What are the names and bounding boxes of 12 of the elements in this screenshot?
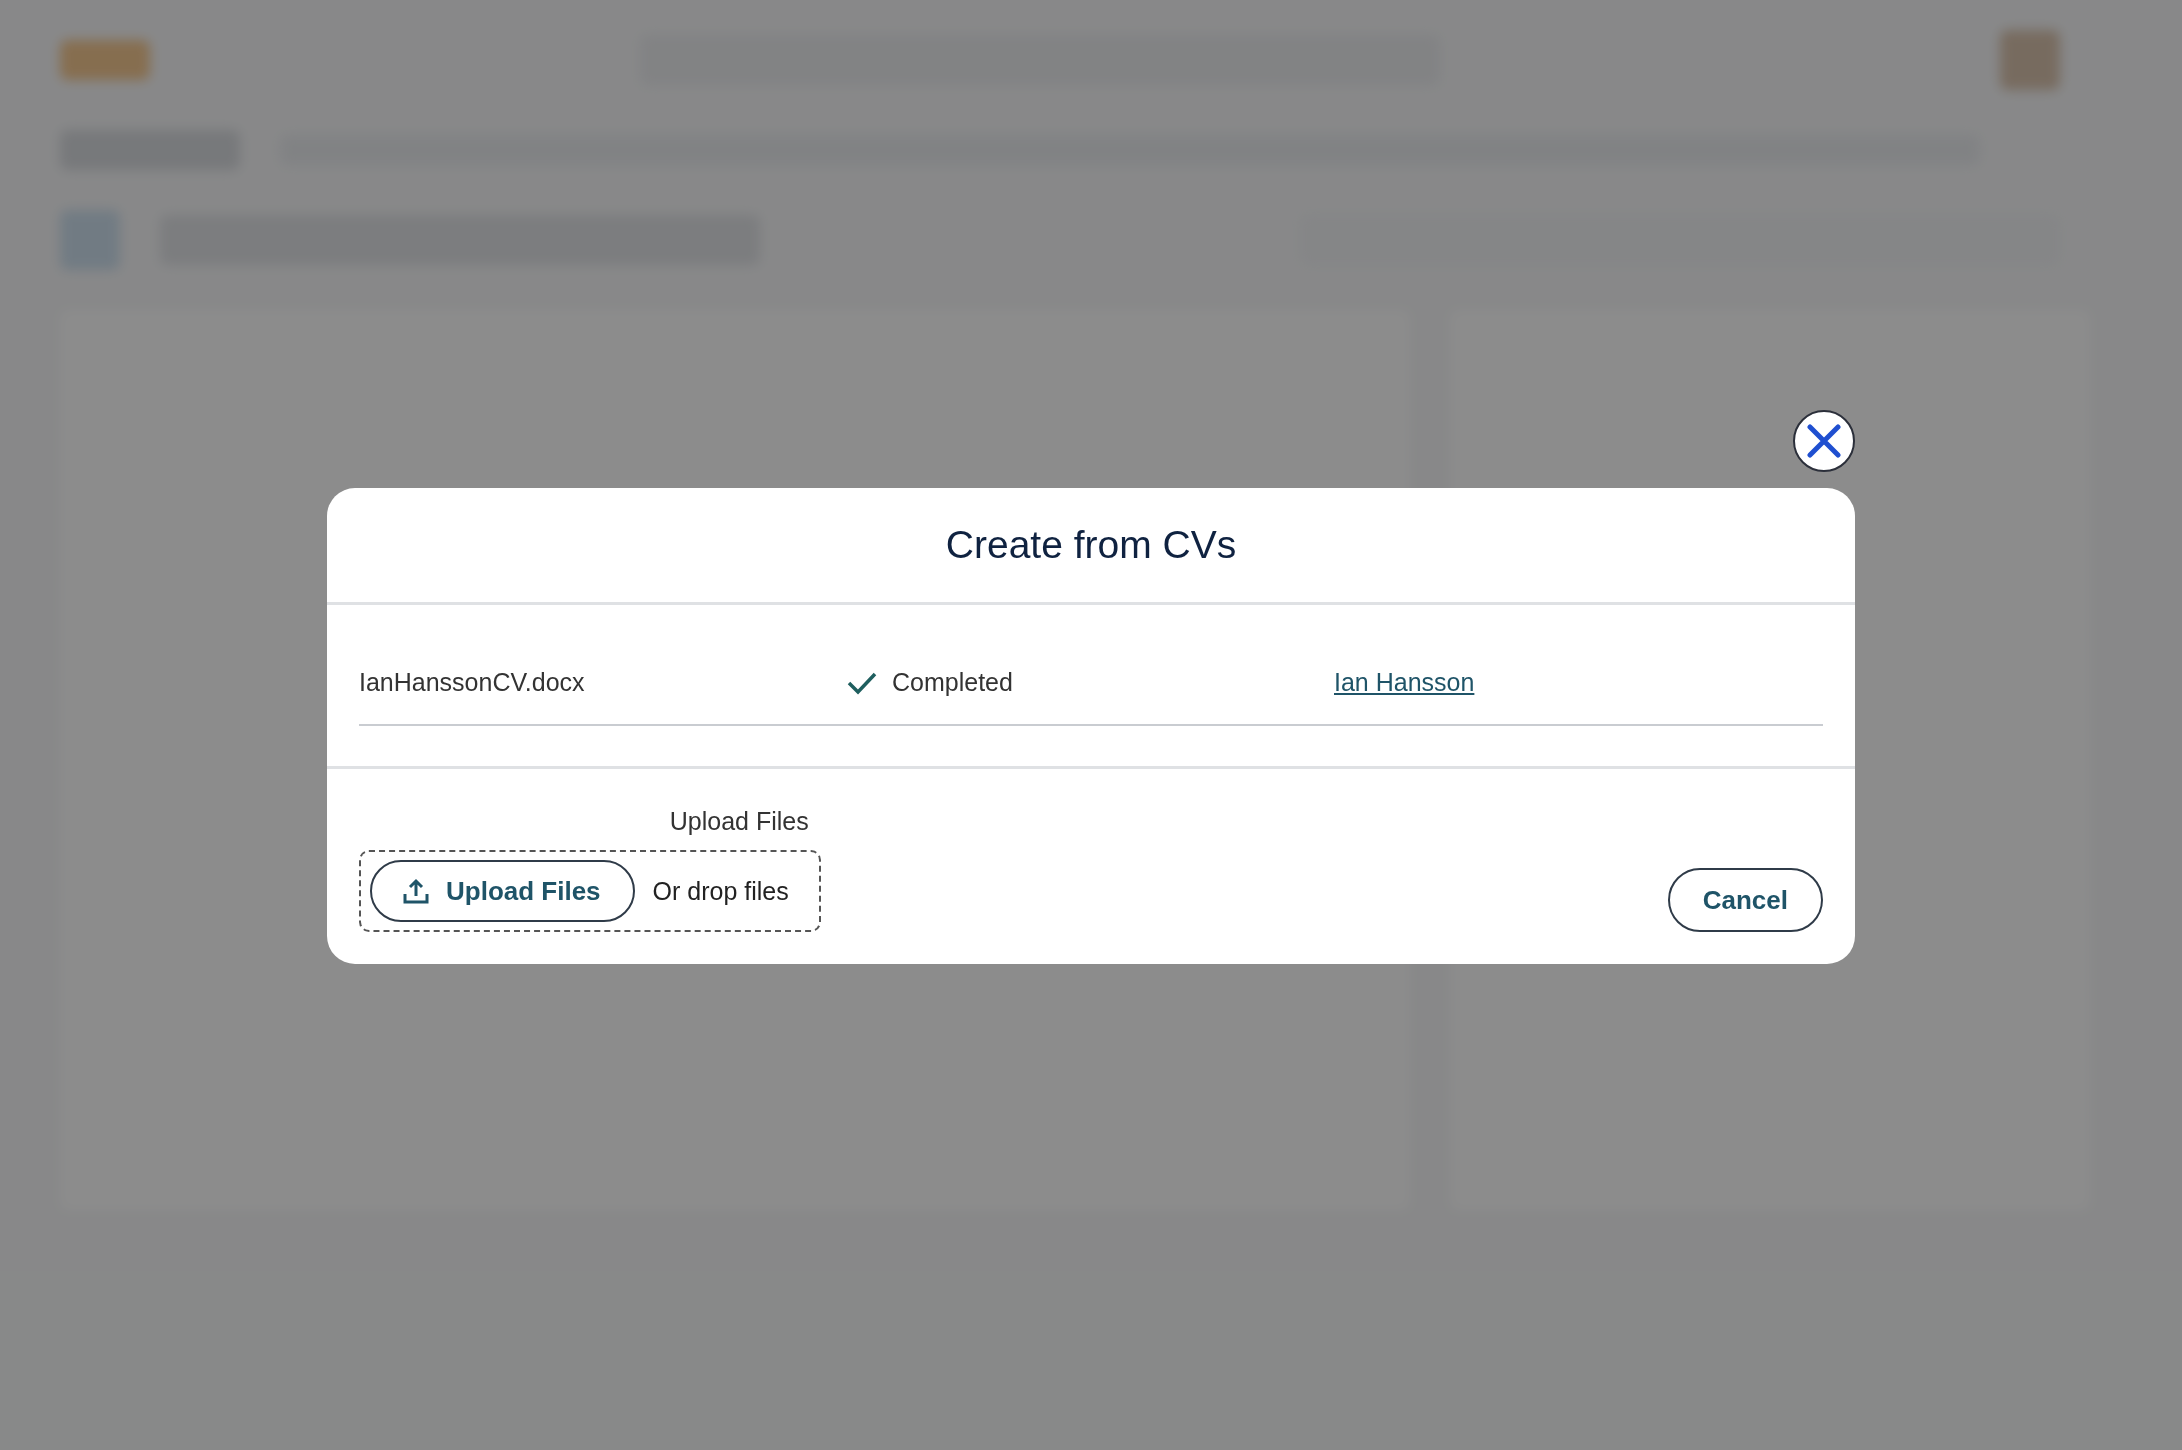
dialog-title: Create from CVs — [945, 523, 1237, 567]
cancel-button[interactable]: Cancel — [1667, 868, 1823, 932]
candidate-link[interactable]: Ian Hansson — [1334, 668, 1475, 696]
close-icon — [1807, 424, 1841, 458]
checkmark-icon — [846, 670, 878, 695]
file-name: IanHanssonCV.docx — [359, 668, 586, 697]
upload-label: Upload Files — [669, 807, 809, 836]
status-text: Completed — [892, 668, 1013, 697]
drop-zone[interactable]: Upload Files Or drop files — [359, 850, 821, 932]
upload-files-button[interactable]: Upload Files — [370, 860, 635, 922]
drop-hint: Or drop files — [652, 876, 789, 906]
upload-icon — [402, 877, 430, 905]
